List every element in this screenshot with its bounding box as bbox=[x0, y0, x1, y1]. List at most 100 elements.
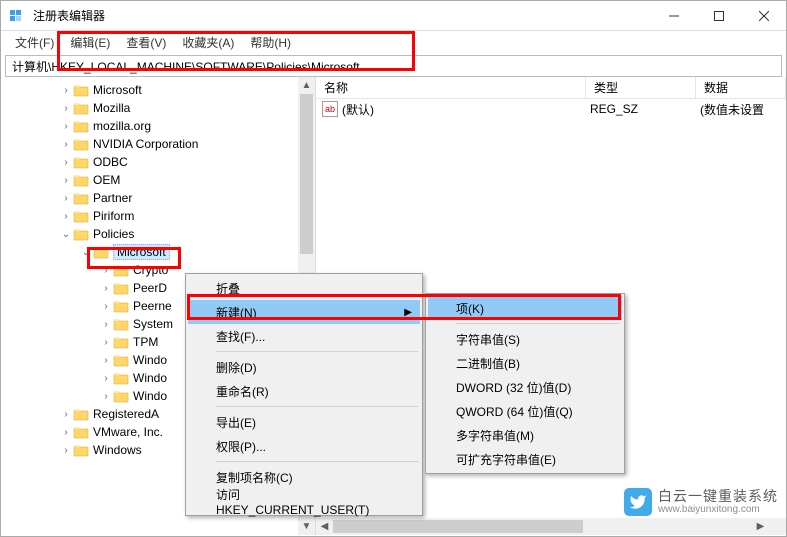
tree-node[interactable]: ⌄Microsoft bbox=[1, 243, 315, 261]
expander-closed-icon[interactable]: › bbox=[99, 355, 113, 366]
tree-label: Mozilla bbox=[93, 101, 130, 115]
scroll-down-icon[interactable]: ▼ bbox=[298, 518, 315, 535]
cm-collapse[interactable]: 折叠 bbox=[188, 276, 420, 300]
folder-icon bbox=[113, 281, 129, 295]
list-scrollbar-h[interactable]: ◀ ▶ bbox=[316, 518, 769, 535]
cm-new-qword[interactable]: QWORD (64 位)值(Q) bbox=[428, 399, 622, 423]
folder-icon bbox=[73, 137, 89, 151]
folder-icon bbox=[93, 245, 109, 259]
tree-label: RegisteredA bbox=[93, 407, 159, 421]
cm-new-binary[interactable]: 二进制值(B) bbox=[428, 351, 622, 375]
expander-closed-icon[interactable]: › bbox=[59, 121, 73, 132]
maximize-button[interactable] bbox=[696, 1, 741, 31]
menu-view[interactable]: 查看(V) bbox=[118, 32, 174, 53]
cm-new-key[interactable]: 项(K) bbox=[428, 296, 622, 320]
cm-new-dword[interactable]: DWORD (32 位)值(D) bbox=[428, 375, 622, 399]
expander-closed-icon[interactable]: › bbox=[59, 211, 73, 222]
folder-icon bbox=[113, 299, 129, 313]
tree-label: Windows bbox=[93, 443, 142, 457]
tree-label: Peerne bbox=[133, 299, 172, 313]
expander-closed-icon[interactable]: › bbox=[99, 301, 113, 312]
expander-closed-icon[interactable]: › bbox=[59, 409, 73, 420]
tree-node[interactable]: ›Microsoft bbox=[1, 81, 315, 99]
cm-find[interactable]: 查找(F)... bbox=[188, 324, 420, 348]
tree-node[interactable]: › ODBC bbox=[1, 153, 315, 171]
tree-label: System bbox=[133, 317, 173, 331]
submenu-arrow-icon: ▶ bbox=[404, 307, 412, 318]
tree-label: Piriform bbox=[93, 209, 134, 223]
expander-closed-icon[interactable]: › bbox=[59, 427, 73, 438]
scroll-up-icon[interactable]: ▲ bbox=[298, 77, 315, 94]
folder-icon bbox=[73, 209, 89, 223]
expander-closed-icon[interactable]: › bbox=[99, 391, 113, 402]
tree-label: NVIDIA Corporation bbox=[93, 137, 198, 151]
address-text: 计算机\HKEY_LOCAL_MACHINE\SOFTWARE\Policies… bbox=[12, 58, 360, 75]
expander-closed-icon[interactable]: › bbox=[59, 103, 73, 114]
menu-file[interactable]: 文件(F) bbox=[7, 32, 62, 53]
cm-delete[interactable]: 删除(D) bbox=[188, 355, 420, 379]
tree-node[interactable]: › Piriform bbox=[1, 207, 315, 225]
cm-new-multi[interactable]: 多字符串值(M) bbox=[428, 423, 622, 447]
menu-favorites[interactable]: 收藏夹(A) bbox=[174, 32, 242, 53]
tree-node[interactable]: › mozilla.org bbox=[1, 117, 315, 135]
cm-new-expand[interactable]: 可扩充字符串值(E) bbox=[428, 447, 622, 471]
expander-open-icon[interactable]: ⌄ bbox=[59, 229, 73, 240]
cm-new-string[interactable]: 字符串值(S) bbox=[428, 327, 622, 351]
folder-icon bbox=[73, 443, 89, 457]
titlebar: 注册表编辑器 bbox=[1, 1, 786, 31]
expander-closed-icon[interactable]: › bbox=[99, 319, 113, 330]
expander-closed-icon[interactable]: › bbox=[99, 337, 113, 348]
cm-goto-hkcu[interactable]: 访问 HKEY_CURRENT_USER(T) bbox=[188, 489, 420, 513]
col-name[interactable]: 名称 bbox=[316, 77, 586, 98]
tree-node[interactable]: ›OEM bbox=[1, 171, 315, 189]
cm-new[interactable]: 新建(N)▶ bbox=[188, 300, 420, 324]
folder-icon bbox=[113, 371, 129, 385]
expander-closed-icon[interactable]: › bbox=[59, 175, 73, 186]
minimize-button[interactable] bbox=[651, 1, 696, 31]
scroll-thumb[interactable] bbox=[300, 94, 313, 254]
expander-closed-icon[interactable]: › bbox=[59, 445, 73, 456]
scroll-left-icon[interactable]: ◀ bbox=[316, 518, 333, 535]
expander-open-icon[interactable]: ⌄ bbox=[79, 247, 93, 258]
scroll-thumb-h[interactable] bbox=[333, 520, 583, 533]
folder-icon bbox=[73, 407, 89, 421]
value-data: (数值未设置 bbox=[700, 101, 764, 118]
expander-closed-icon[interactable]: › bbox=[99, 265, 113, 276]
close-button[interactable] bbox=[741, 1, 786, 31]
scroll-right-icon[interactable]: ▶ bbox=[752, 518, 769, 535]
menu-help[interactable]: 帮助(H) bbox=[242, 32, 299, 53]
expander-closed-icon[interactable]: › bbox=[59, 157, 73, 168]
cm-permissions[interactable]: 权限(P)... bbox=[188, 434, 420, 458]
list-row-default[interactable]: ab (默认) REG_SZ (数值未设置 bbox=[316, 99, 786, 119]
folder-icon bbox=[73, 191, 89, 205]
tree-node[interactable]: ⌄Policies bbox=[1, 225, 315, 243]
tree-label: mozilla.org bbox=[93, 119, 151, 133]
folder-icon bbox=[73, 425, 89, 439]
context-menu: 折叠 新建(N)▶ 查找(F)... 删除(D) 重命名(R) 导出(E) 权限… bbox=[185, 273, 423, 516]
tree-node[interactable]: ›Partner bbox=[1, 189, 315, 207]
expander-closed-icon[interactable]: › bbox=[59, 139, 73, 150]
col-data[interactable]: 数据 bbox=[696, 77, 786, 98]
folder-icon bbox=[113, 335, 129, 349]
tree-node[interactable]: › NVIDIA Corporation bbox=[1, 135, 315, 153]
cm-rename[interactable]: 重命名(R) bbox=[188, 379, 420, 403]
tree-label: ODBC bbox=[93, 155, 128, 169]
value-type: REG_SZ bbox=[590, 102, 700, 116]
expander-closed-icon[interactable]: › bbox=[59, 85, 73, 96]
folder-icon bbox=[113, 389, 129, 403]
menubar: 文件(F) 编辑(E) 查看(V) 收藏夹(A) 帮助(H) bbox=[1, 31, 786, 53]
expander-closed-icon[interactable]: › bbox=[99, 283, 113, 294]
expander-closed-icon[interactable]: › bbox=[99, 373, 113, 384]
folder-icon bbox=[73, 83, 89, 97]
address-bar[interactable]: 计算机\HKEY_LOCAL_MACHINE\SOFTWARE\Policies… bbox=[5, 55, 782, 77]
expander-closed-icon[interactable]: › bbox=[59, 193, 73, 204]
cm-export[interactable]: 导出(E) bbox=[188, 410, 420, 434]
col-type[interactable]: 类型 bbox=[586, 77, 696, 98]
context-submenu-new: 项(K) 字符串值(S) 二进制值(B) DWORD (32 位)值(D) QW… bbox=[425, 293, 625, 474]
menu-edit[interactable]: 编辑(E) bbox=[62, 32, 118, 53]
tree-node[interactable]: › Mozilla bbox=[1, 99, 315, 117]
value-name: (默认) bbox=[342, 101, 590, 118]
regedit-icon bbox=[9, 8, 25, 24]
folder-icon bbox=[73, 101, 89, 115]
folder-icon bbox=[113, 353, 129, 367]
